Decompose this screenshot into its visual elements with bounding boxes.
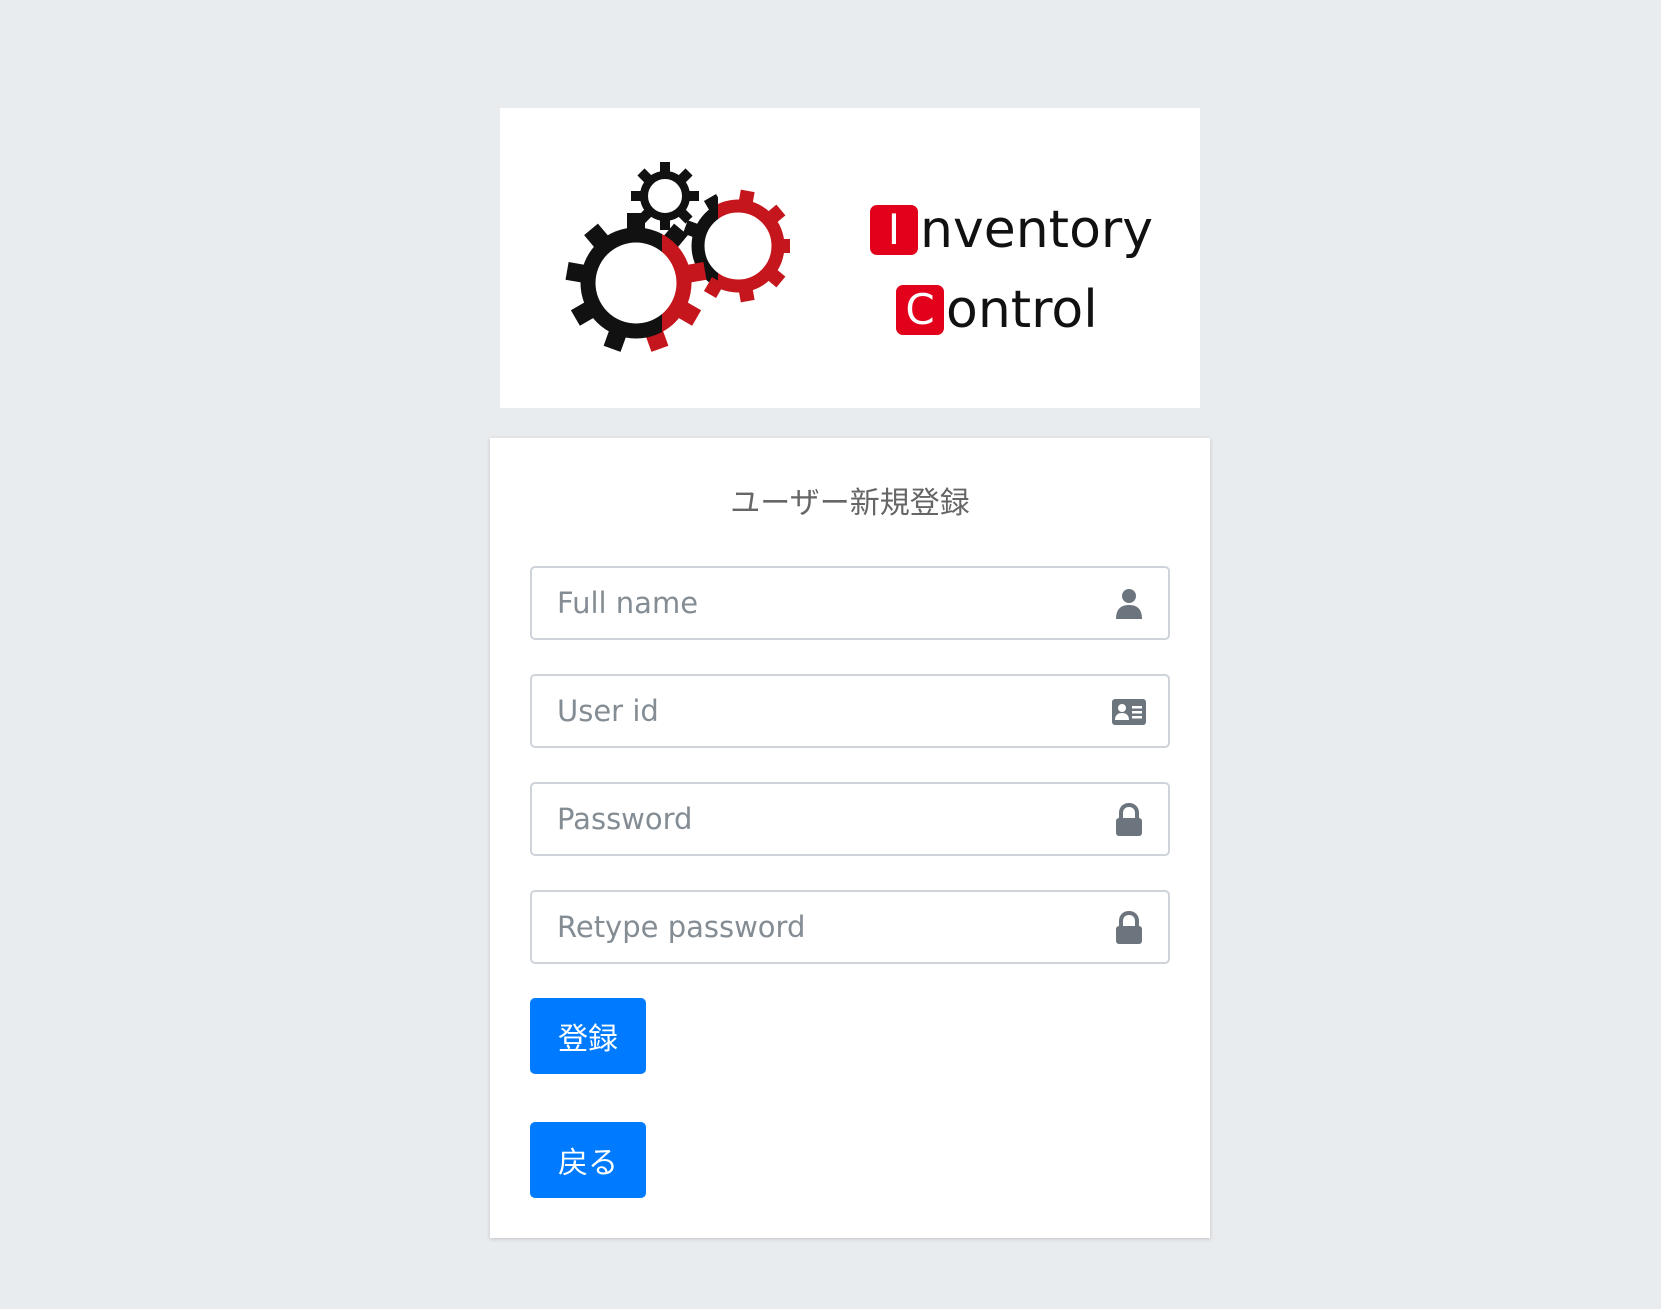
registration-card: ユーザー新規登録 登録 戻る	[490, 438, 1210, 1238]
logo-word-control: ontrol	[946, 280, 1098, 340]
full-name-field	[530, 566, 1170, 640]
full-name-input[interactable]	[532, 568, 1092, 638]
logo-word-inventory: nventory	[920, 200, 1154, 260]
logo-line-inventory: I nventory	[870, 190, 1180, 270]
logo-initial-i: I	[870, 205, 918, 255]
retype-password-input[interactable]	[532, 892, 1092, 962]
retype-password-field	[530, 890, 1170, 964]
logo-wordmark: I nventory C ontrol	[870, 190, 1180, 350]
register-button[interactable]: 登録	[530, 998, 646, 1074]
lock-icon	[1116, 803, 1142, 836]
form-title: ユーザー新規登録	[730, 486, 970, 521]
user-icon	[1116, 589, 1142, 619]
logo-banner: I nventory C ontrol	[500, 108, 1200, 408]
id-card-icon	[1112, 699, 1146, 725]
password-input[interactable]	[532, 784, 1092, 854]
user-id-field	[530, 674, 1170, 748]
lock-icon	[1116, 911, 1142, 944]
password-field	[530, 782, 1170, 856]
back-button[interactable]: 戻る	[530, 1122, 646, 1198]
logo-line-control: C ontrol	[870, 270, 1180, 350]
user-id-input[interactable]	[532, 676, 1092, 746]
logo-initial-c: C	[896, 285, 944, 335]
gears-logo-icon	[565, 162, 790, 352]
